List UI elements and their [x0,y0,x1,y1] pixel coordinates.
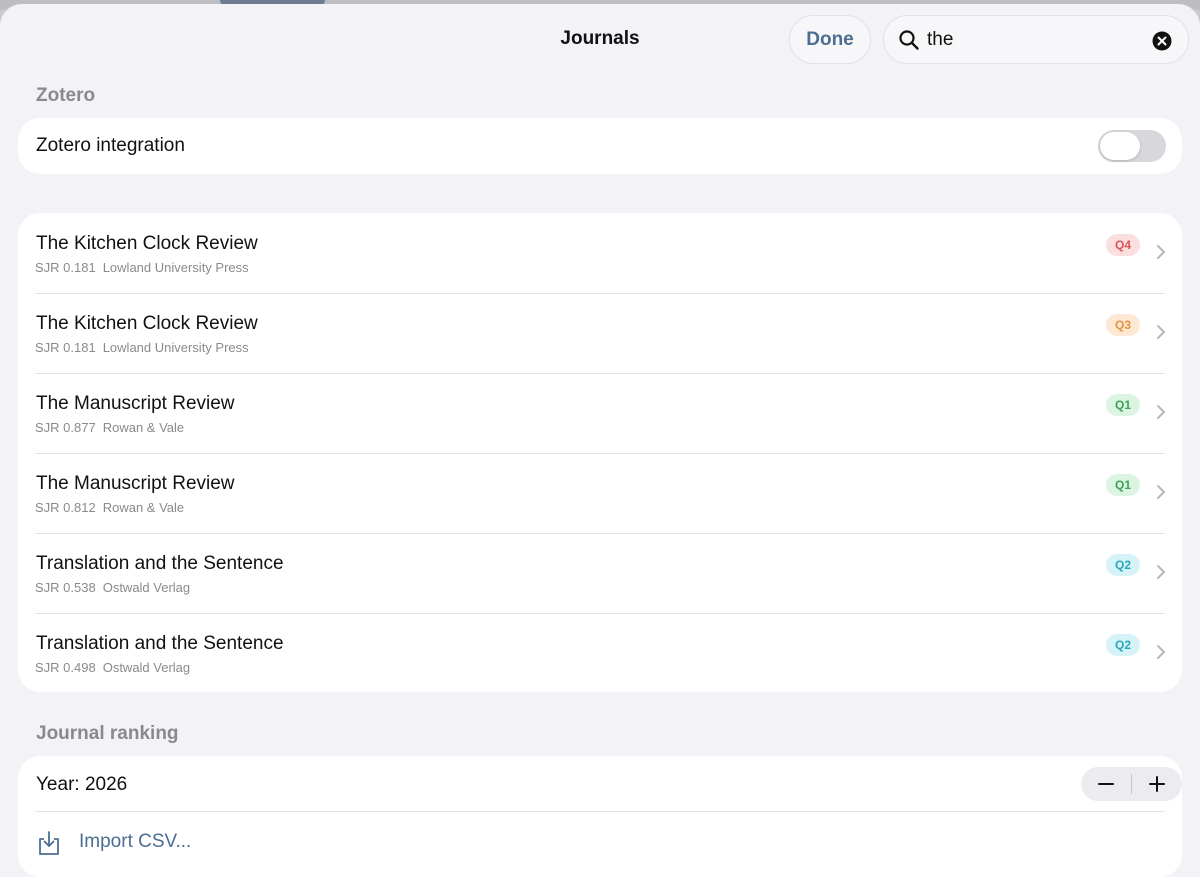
section-header-journal-ranking: Journal ranking [36,723,179,744]
journal-list: The Kitchen Clock Review SJR 0.181 Lowland… [18,213,1182,692]
journal-meta: SJR 0.877 Rowan & Vale [35,420,184,435]
zotero-card: Zotero integration [18,118,1182,174]
quartile-badge: Q2 [1106,634,1140,656]
journal-meta: SJR 0.181 Lowland University Press [35,340,249,355]
journal-publisher: Lowland University Press [102,260,249,275]
chevron-right-icon [1157,245,1165,259]
ranking-card: Year: 2026 Import CSV... [18,756,1182,877]
import-csv-button[interactable]: Import CSV... [79,831,191,853]
journal-title: The Kitchen Clock Review [36,313,258,334]
chevron-right-icon [1157,405,1165,419]
journal-row[interactable]: Translation and the Sentence SJR 0.538 Ost… [18,533,1182,613]
journal-publisher: Rowan & Vale [102,420,185,435]
journal-row[interactable]: The Manuscript Review SJR 0.877 Rowan & Va… [18,373,1182,453]
journal-publisher: Lowland University Press [102,340,249,355]
section-header-zotero: Zotero [36,85,96,106]
clear-search-icon[interactable] [1152,31,1172,51]
journal-sjr: SJR 0.877 [35,420,96,435]
journal-meta: SJR 0.538 Ostwald Verlag [35,580,190,595]
year-increment-button[interactable] [1132,767,1182,801]
zotero-integration-toggle[interactable] [1098,130,1166,162]
journal-sjr: SJR 0.181 [35,340,96,355]
journal-title: The Manuscript Review [36,473,235,494]
journal-title: Translation and the Sentence [36,553,284,574]
search-input[interactable] [927,28,1137,52]
journal-sjr: SJR 0.181 [35,260,96,275]
journal-publisher: Ostwald Verlag [102,660,191,675]
journal-row[interactable]: Translation and the Sentence SJR 0.498 Ost… [18,613,1182,692]
row-divider [35,811,1165,812]
journal-meta: SJR 0.498 Ostwald Verlag [35,660,190,675]
quartile-badge: Q1 [1106,394,1140,416]
journal-title: The Kitchen Clock Review [36,233,258,254]
journal-title: The Manuscript Review [36,393,235,414]
sheet-header: Journals Done [0,4,1200,74]
chevron-right-icon [1157,485,1165,499]
search-field[interactable] [883,15,1189,64]
minus-icon [1098,783,1114,785]
chevron-right-icon [1157,565,1165,579]
year-label: Year: 2026 [36,774,128,795]
journal-publisher: Ostwald Verlag [102,580,191,595]
journals-sheet: Journals Done Zotero Zotero integration … [0,4,1200,877]
journal-row[interactable]: The Kitchen Clock Review SJR 0.181 Lowland… [18,293,1182,373]
done-button[interactable]: Done [789,15,871,64]
toggle-knob [1100,132,1140,160]
chevron-right-icon [1157,645,1165,659]
search-icon [899,30,919,50]
journal-row[interactable]: The Manuscript Review SJR 0.812 Rowan & Va… [18,453,1182,533]
journal-meta: SJR 0.181 Lowland University Press [35,260,249,275]
year-decrement-button[interactable] [1081,767,1131,801]
zotero-integration-label: Zotero integration [36,135,185,156]
year-stepper[interactable] [1081,767,1182,801]
quartile-badge: Q4 [1106,234,1140,256]
journal-publisher: Rowan & Vale [102,500,185,515]
quartile-badge: Q3 [1106,314,1140,336]
journal-title: Translation and the Sentence [36,633,284,654]
journal-row[interactable]: The Kitchen Clock Review SJR 0.181 Lowland… [18,213,1182,293]
journal-sjr: SJR 0.538 [35,580,96,595]
quartile-badge: Q1 [1106,474,1140,496]
quartile-badge: Q2 [1106,554,1140,576]
journal-sjr: SJR 0.812 [35,500,96,515]
chevron-right-icon [1157,325,1165,339]
journal-meta: SJR 0.812 Rowan & Vale [35,500,184,515]
journal-sjr: SJR 0.498 [35,660,96,675]
plus-icon [1149,776,1165,792]
import-icon[interactable] [36,830,62,856]
